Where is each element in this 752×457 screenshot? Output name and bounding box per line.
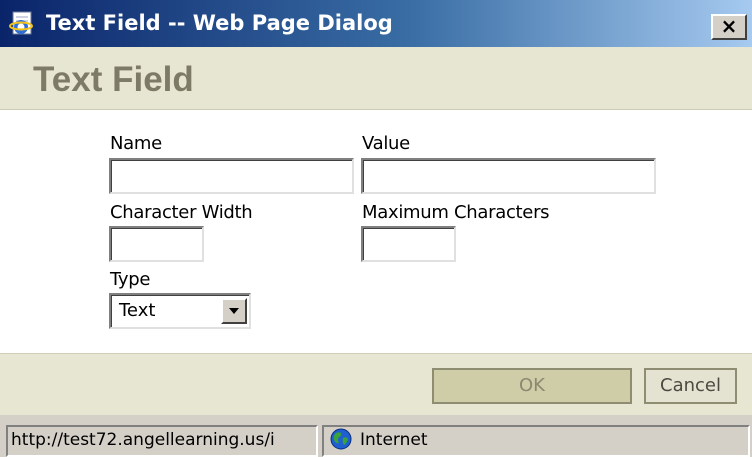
close-icon: ×: [720, 14, 738, 38]
value-label: Value: [362, 133, 410, 154]
type-select-dropdown-button[interactable]: [221, 298, 247, 324]
ok-button[interactable]: OK: [432, 368, 632, 404]
status-url: http://test72.angellearning.us/i: [6, 425, 318, 457]
status-bar: http://test72.angellearning.us/i Interne…: [0, 415, 752, 457]
character-width-input[interactable]: [109, 226, 204, 262]
ie-page-icon: [9, 11, 33, 35]
close-button[interactable]: ×: [711, 14, 747, 40]
maximum-characters-input[interactable]: [361, 226, 456, 262]
name-input[interactable]: [109, 158, 354, 194]
page-title: Text Field: [33, 60, 194, 99]
cancel-button[interactable]: Cancel: [644, 368, 737, 404]
status-zone: Internet: [322, 425, 750, 457]
dialog-header: Text Field: [0, 47, 752, 110]
type-select[interactable]: Text: [109, 293, 251, 329]
globe-icon: [330, 428, 352, 449]
dialog-footer: [0, 353, 752, 415]
character-width-label: Character Width: [110, 202, 253, 223]
window-title: Text Field -- Web Page Dialog: [46, 11, 393, 35]
value-input[interactable]: [361, 158, 656, 194]
name-label: Name: [110, 133, 162, 154]
title-bar[interactable]: Text Field -- Web Page Dialog ×: [0, 0, 752, 47]
web-page-dialog: Text Field -- Web Page Dialog × Text Fie…: [0, 0, 752, 457]
type-select-value: Text: [119, 300, 156, 321]
maximum-characters-label: Maximum Characters: [362, 202, 550, 223]
status-zone-label: Internet: [360, 430, 428, 450]
chevron-down-icon: [229, 308, 239, 314]
type-label: Type: [110, 269, 151, 290]
